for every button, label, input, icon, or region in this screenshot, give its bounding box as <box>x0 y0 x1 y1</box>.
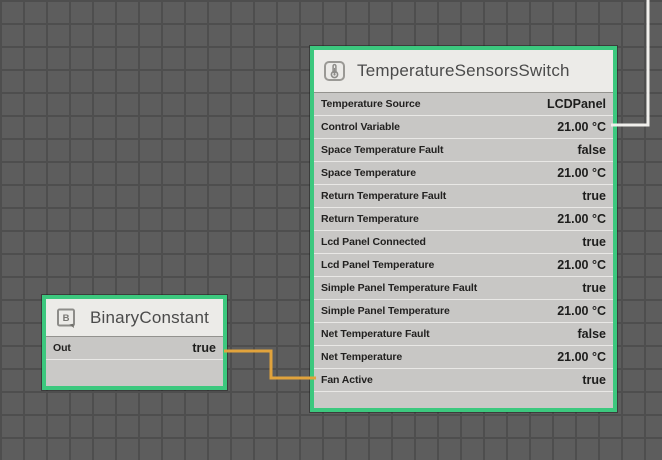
property-label: Control Variable <box>321 121 400 133</box>
property-value: LCDPanel <box>539 97 606 111</box>
property-value: 21.00 °C <box>549 350 606 364</box>
property-value: false <box>570 327 607 341</box>
property-value: 21.00 °C <box>549 304 606 318</box>
property-row[interactable]: Fan Active true <box>314 368 613 391</box>
svg-text:B: B <box>63 313 70 324</box>
node-footer <box>314 391 613 408</box>
wiresheet-canvas[interactable]: TemperatureSensorsSwitch Temperature Sou… <box>0 0 662 460</box>
node-footer <box>46 359 223 386</box>
property-row[interactable]: Out true <box>46 337 223 359</box>
property-row[interactable]: Simple Panel Temperature 21.00 °C <box>314 299 613 322</box>
node-header-temperature-sensors-switch[interactable]: TemperatureSensorsSwitch <box>314 50 613 93</box>
property-value: 21.00 °C <box>549 212 606 226</box>
property-label: Space Temperature Fault <box>321 144 443 156</box>
property-value: true <box>574 373 606 387</box>
property-label: Temperature Source <box>321 98 421 110</box>
property-value: true <box>574 235 606 249</box>
property-row[interactable]: Lcd Panel Connected true <box>314 230 613 253</box>
property-label: Net Temperature Fault <box>321 328 430 340</box>
thermometer-icon <box>323 59 347 83</box>
property-row[interactable]: Net Temperature Fault false <box>314 322 613 345</box>
property-row[interactable]: Simple Panel Temperature Fault true <box>314 276 613 299</box>
property-row[interactable]: Control Variable 21.00 °C <box>314 115 613 138</box>
node-header-binary-constant[interactable]: B BinaryConstant <box>46 299 223 337</box>
node-title: TemperatureSensorsSwitch <box>357 61 570 81</box>
property-rows: Temperature Source LCDPanel Control Variab… <box>314 93 613 391</box>
node-binary-constant[interactable]: B BinaryConstant Out true <box>42 295 227 390</box>
binary-constant-icon: B <box>55 306 80 330</box>
property-value: true <box>574 189 606 203</box>
property-row[interactable]: Net Temperature 21.00 °C <box>314 345 613 368</box>
property-row[interactable]: Lcd Panel Temperature 21.00 °C <box>314 253 613 276</box>
property-row[interactable]: Return Temperature Fault true <box>314 184 613 207</box>
wire-binary-out-to-fan-active[interactable] <box>224 351 316 378</box>
property-value: true <box>184 341 216 355</box>
property-label: Simple Panel Temperature Fault <box>321 282 477 294</box>
node-temperature-sensors-switch[interactable]: TemperatureSensorsSwitch Temperature Sou… <box>310 46 617 412</box>
property-label: Out <box>53 342 71 354</box>
property-value: 21.00 °C <box>549 120 606 134</box>
property-label: Simple Panel Temperature <box>321 305 450 317</box>
property-label: Lcd Panel Temperature <box>321 259 434 271</box>
property-value: 21.00 °C <box>549 258 606 272</box>
property-row[interactable]: Return Temperature 21.00 °C <box>314 207 613 230</box>
property-row[interactable]: Temperature Source LCDPanel <box>314 93 613 115</box>
property-label: Lcd Panel Connected <box>321 236 426 248</box>
property-value: false <box>570 143 607 157</box>
property-row[interactable]: Space Temperature 21.00 °C <box>314 161 613 184</box>
property-label: Space Temperature <box>321 167 416 179</box>
property-value: 21.00 °C <box>549 166 606 180</box>
property-label: Return Temperature Fault <box>321 190 446 202</box>
property-label: Return Temperature <box>321 213 419 225</box>
property-label: Fan Active <box>321 374 373 386</box>
node-title: BinaryConstant <box>90 308 209 328</box>
property-value: true <box>574 281 606 295</box>
property-label: Net Temperature <box>321 351 402 363</box>
property-row[interactable]: Space Temperature Fault false <box>314 138 613 161</box>
property-rows: Out true <box>46 337 223 359</box>
